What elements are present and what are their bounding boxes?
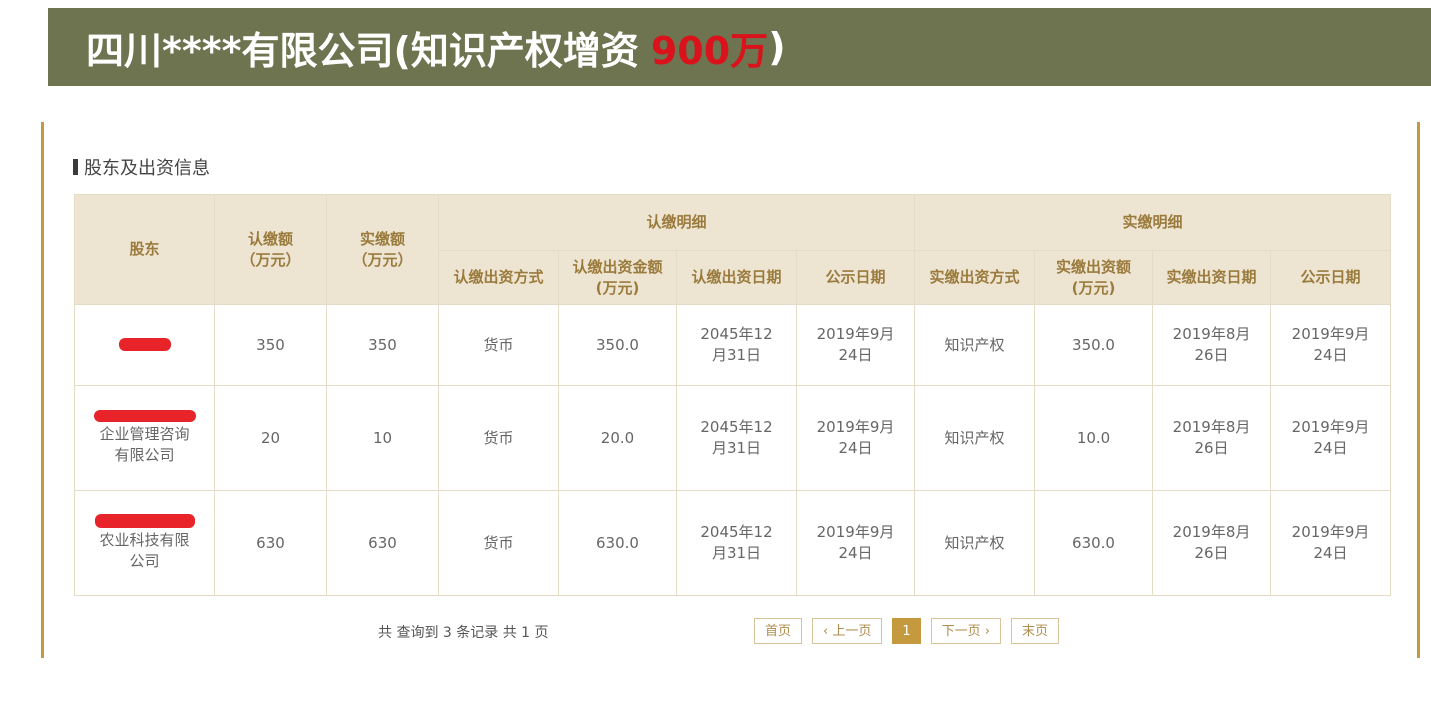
cell-paid-publish: 2019年9月 24日 — [1270, 385, 1392, 491]
col-paid-publish: 公示日期 — [1270, 250, 1392, 305]
cell-sub-publish: 2019年9月 24日 — [795, 490, 916, 596]
table-row: 350 350 货币 350.0 2045年12 月31日 2019年9月 24… — [74, 304, 1392, 386]
cell-paid-total: 630.0 — [1034, 490, 1154, 596]
cell-paid-publish: 2019年9月 24日 — [1270, 304, 1392, 386]
cell-paid-publish: 2019年9月 24日 — [1270, 490, 1392, 596]
col-paid-date: 实缴出资日期 — [1152, 250, 1272, 305]
cell-sub-method: 货币 — [438, 385, 559, 491]
next-page-button[interactable]: 下一页 › — [930, 618, 1001, 644]
cell-sub-date: 2045年12 月31日 — [676, 304, 797, 386]
col-subscribed-amount: 认缴额 （万元） — [214, 194, 327, 305]
page-banner: 四川****有限公司(知识产权增资 900万 ) — [48, 8, 1431, 86]
col-sub-method: 认缴出资方式 — [438, 250, 559, 305]
cell-shareholder: 农业科技有限 公司 — [74, 490, 215, 596]
cell-paid: 350 — [326, 304, 439, 386]
section-title: 股东及出资信息 — [84, 158, 210, 179]
cell-paid-total: 350.0 — [1034, 304, 1154, 386]
col-paid-detail: 实缴明细 — [914, 194, 1392, 251]
prev-page-button[interactable]: ‹ 上一页 — [812, 618, 883, 644]
cell-shareholder — [74, 304, 215, 386]
cell-paid-method: 知识产权 — [914, 490, 1036, 596]
cell-shareholder: 企业管理咨询 有限公司 — [74, 385, 215, 491]
cell-paid: 630 — [326, 490, 439, 596]
cell-sub-date: 2045年12 月31日 — [676, 385, 797, 491]
table-row: 农业科技有限 公司 630 630 货币 630.0 2045年12 月31日 … — [74, 490, 1392, 596]
banner-close-paren: ) — [768, 25, 786, 69]
cell-subscribed: 630 — [214, 490, 327, 596]
cell-sub-publish: 2019年9月 24日 — [795, 385, 916, 491]
banner-amount: 900万 — [650, 28, 769, 73]
cell-paid-date: 2019年8月 26日 — [1152, 490, 1272, 596]
redaction-mark — [93, 410, 196, 422]
cell-paid-date: 2019年8月 26日 — [1152, 385, 1272, 491]
cell-subscribed: 20 — [214, 385, 327, 491]
cell-sub-method: 货币 — [438, 490, 559, 596]
section-header: 股东及出资信息 — [73, 156, 210, 179]
table-row: 企业管理咨询 有限公司 20 10 货币 20.0 2045年12 月31日 2… — [74, 385, 1392, 491]
cell-paid-method: 知识产权 — [914, 304, 1036, 386]
cell-paid-date: 2019年8月 26日 — [1152, 304, 1272, 386]
col-sub-date: 认缴出资日期 — [676, 250, 797, 305]
col-paid-amount: 实缴额 （万元） — [326, 194, 439, 305]
section-marker-icon — [73, 159, 78, 175]
cell-sub-total: 350.0 — [558, 304, 677, 386]
col-paid-total: 实缴出资额 (万元) — [1034, 250, 1154, 305]
shareholder-panel: 股东及出资信息 股东 认缴额 （万元） 实缴额 （万元） 认缴明细 实缴明细 认… — [41, 122, 1420, 658]
col-paid-method: 实缴出资方式 — [914, 250, 1036, 305]
shareholder-table: 股东 认缴额 （万元） 实缴额 （万元） 认缴明细 实缴明细 认缴出资方式 认缴… — [74, 194, 1392, 596]
col-shareholder: 股东 — [74, 194, 215, 305]
col-subscribed-detail: 认缴明细 — [437, 194, 916, 251]
cell-sub-total: 630.0 — [558, 490, 677, 596]
cell-sub-date: 2045年12 月31日 — [676, 490, 797, 596]
cell-paid-total: 10.0 — [1034, 385, 1154, 491]
banner-title: 四川****有限公司(知识产权增资 — [86, 28, 639, 73]
cell-paid-method: 知识产权 — [914, 385, 1036, 491]
page-1-button[interactable]: 1 — [892, 618, 921, 644]
pager-info: 共 查询到 3 条记录 共 1 页 — [378, 625, 549, 641]
first-page-button[interactable]: 首页 — [754, 618, 803, 644]
cell-sub-method: 货币 — [438, 304, 559, 386]
cell-subscribed: 350 — [214, 304, 327, 386]
table-header-row: 股东 认缴额 （万元） 实缴额 （万元） 认缴明细 实缴明细 — [74, 194, 1392, 305]
redaction-mark — [118, 337, 171, 351]
redaction-mark — [94, 514, 195, 528]
pagination: 首页 ‹ 上一页 1 下一页 › 末页 — [754, 618, 1059, 644]
cell-sub-publish: 2019年9月 24日 — [795, 304, 916, 386]
last-page-button[interactable]: 末页 — [1010, 618, 1059, 644]
col-sub-publish: 公示日期 — [795, 250, 916, 305]
cell-paid: 10 — [326, 385, 439, 491]
cell-sub-total: 20.0 — [558, 385, 677, 491]
col-sub-total: 认缴出资金额 (万元) — [558, 250, 677, 305]
